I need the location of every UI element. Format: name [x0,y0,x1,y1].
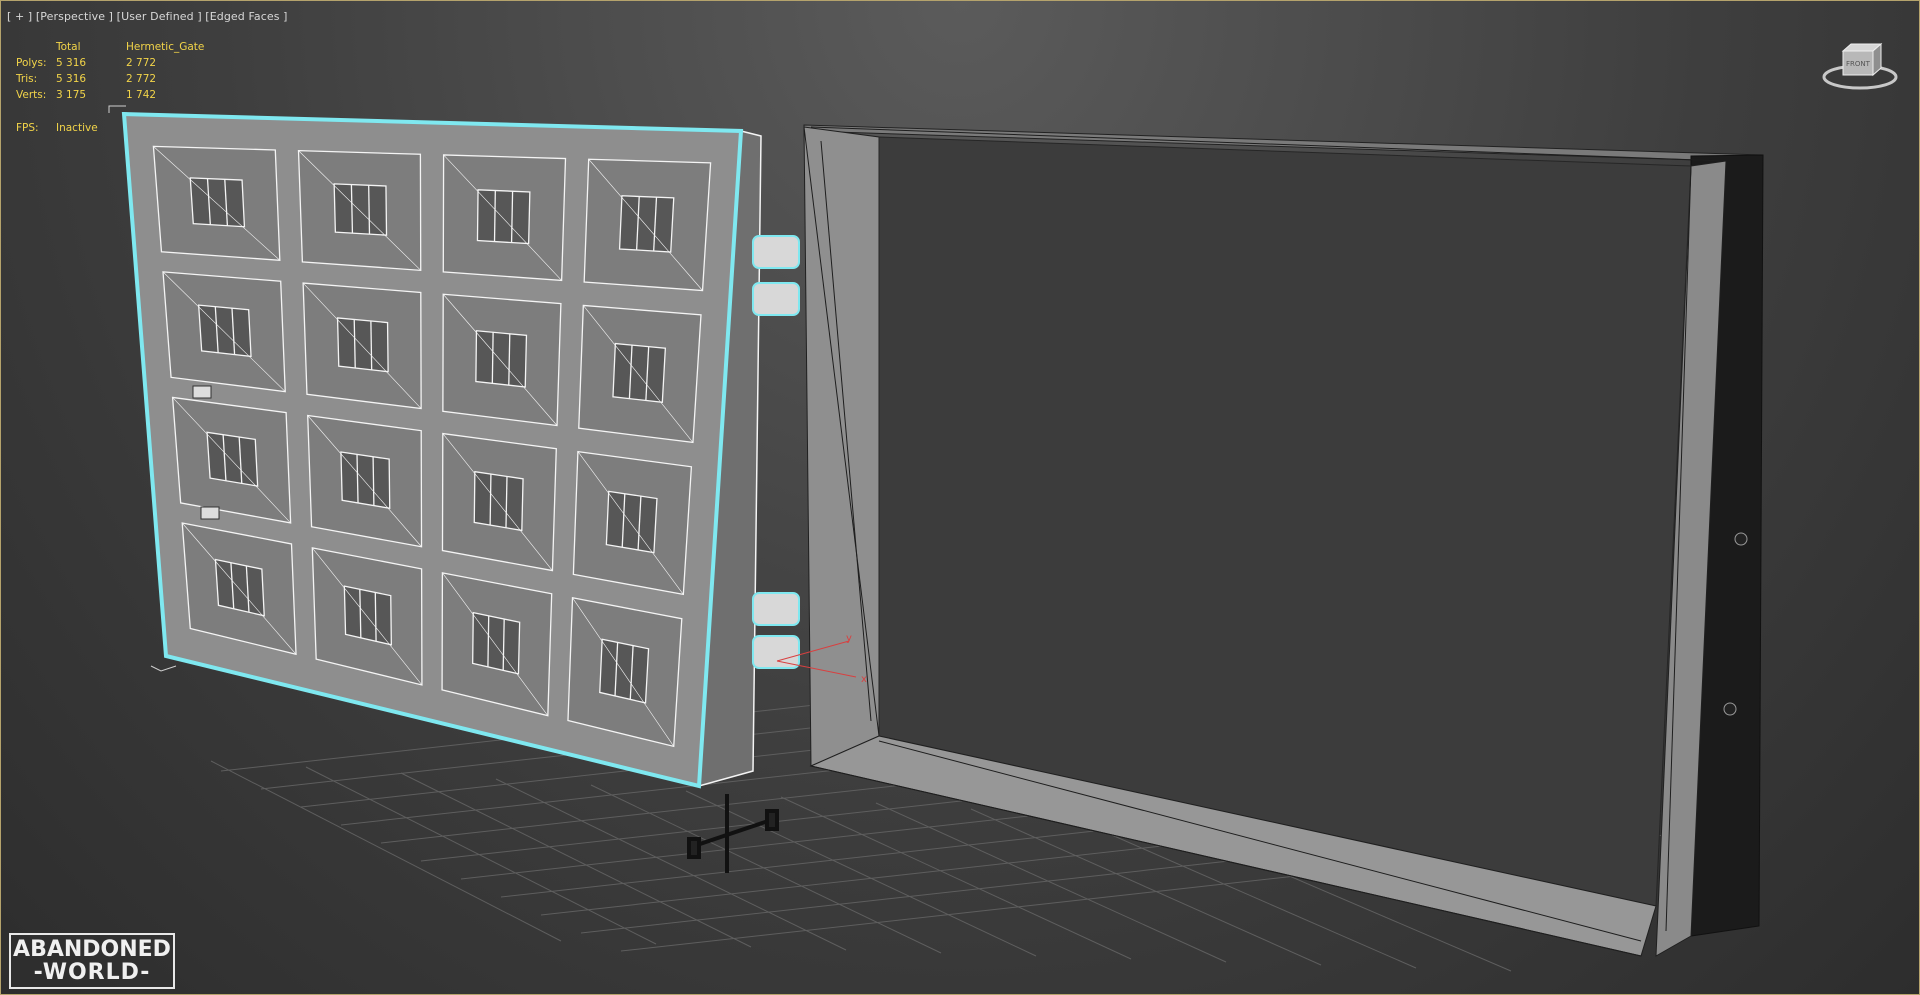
logo-line2: -WORLD- [33,960,151,985]
perspective-viewport[interactable]: y x [ + ] [Perspective ] [User Defined ]… [0,0,1920,995]
stats-object-value: 1 742 [126,89,157,101]
stats-total-value: 5 316 [56,57,87,69]
door-panel-recess [476,189,531,245]
gate-frame-mesh[interactable] [803,124,1764,957]
door-panel-recess [206,431,259,487]
stats-header-total: Total [56,41,81,53]
gizmo-axis-x-label: x [861,674,867,685]
hermetic-gate-door-mesh[interactable] [108,105,800,789]
door-panel-edge [489,474,492,526]
door-panel-edge [368,185,371,235]
stats-object-value: 2 772 [126,57,157,69]
door-panel-recess [475,330,528,388]
grid-line [305,766,657,945]
dummy-helper-object[interactable] [687,794,779,873]
door-panel-edge [491,332,494,384]
viewport-label-menu[interactable]: [ + ] [Perspective ] [User Defined ] [Ed… [7,10,288,23]
door-panel-recess [197,304,252,358]
logo-line1: ABANDONED [13,937,171,962]
viewcube-face-label[interactable]: FRONT [1846,60,1871,68]
stats-total-value: 3 175 [56,89,87,101]
door-panel-edge [487,615,490,667]
stats-label: Polys: [16,57,47,69]
door-panel-recess [473,470,524,532]
scene-canvas[interactable]: y x [1,1,1920,995]
door-panel-edge [372,456,375,506]
stats-total-value: 5 316 [56,73,87,85]
gizmo-axis-y-label: y [846,633,852,644]
viewcube-widget[interactable]: FRONT [1821,39,1899,91]
stats-label: Verts: [16,89,47,101]
stats-object-value: 2 772 [126,73,157,85]
door-panel-recess [472,611,521,675]
door-panel-edge [370,320,373,370]
door-panel-recess [333,183,388,236]
door-panel-recess [336,317,389,373]
door-panel-recess [343,585,392,646]
grid-line [685,790,1037,957]
fps-label: FPS: [16,122,39,134]
door-panel-edge [374,592,377,642]
door-panel-edge [493,190,496,242]
abandoned-world-logo: ABANDONED -WORLD- [9,933,175,989]
fps-value: Inactive [56,122,98,134]
stats-header-object: Hermetic_Gate [126,41,205,53]
door-panel-recess [189,177,246,228]
stats-label: Tris: [16,73,38,85]
door-panel-recess [340,451,391,510]
hinge-group [752,235,800,669]
